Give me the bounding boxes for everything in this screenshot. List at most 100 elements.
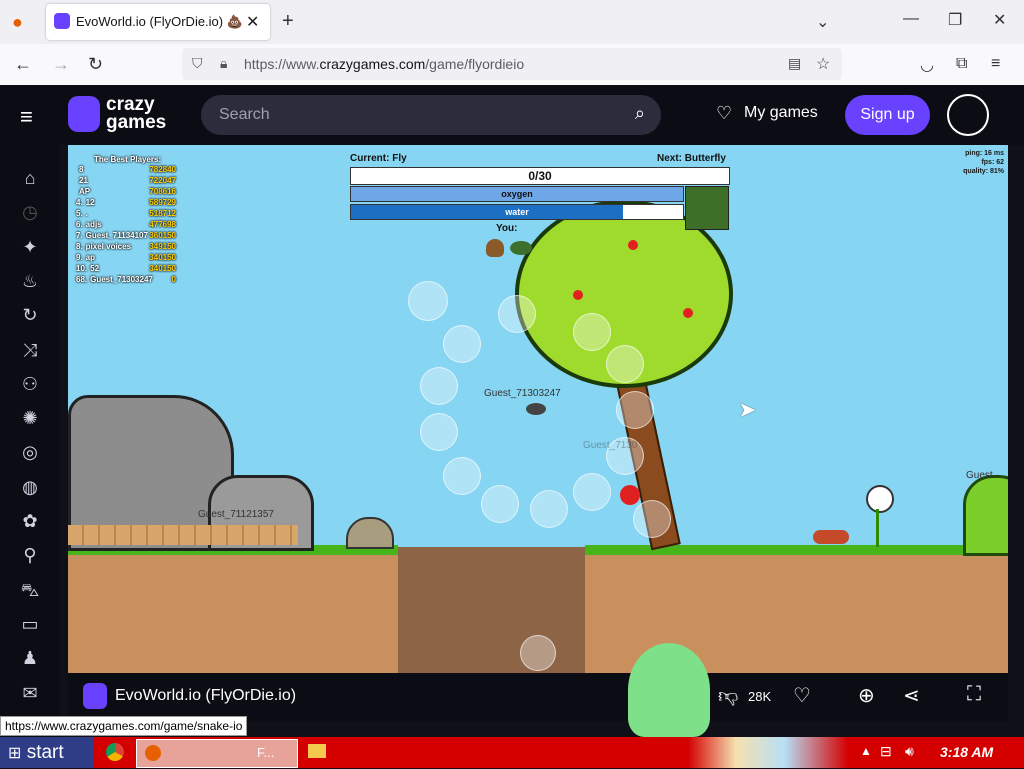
leaderboard-player: Guest_71134107	[85, 231, 148, 240]
daisy-flower-icon	[866, 485, 894, 513]
forward-icon[interactable]: →	[52, 54, 70, 75]
lock-icon[interactable]: 🔒︎	[220, 55, 227, 72]
emote-love-icon[interactable]	[498, 295, 536, 333]
leaderboard-row: 6. adjs 477698	[76, 220, 176, 229]
tab-close-icon[interactable]: ✕	[246, 12, 259, 32]
emote-sad-icon[interactable]	[420, 413, 458, 451]
sparkle-icon[interactable]: ✦	[18, 235, 42, 259]
emote-sleep-icon[interactable]	[616, 391, 654, 429]
start-label: start	[26, 742, 64, 763]
emote-surprised-icon[interactable]	[420, 367, 458, 405]
flower-stem	[876, 509, 879, 547]
firefox-taskbar-icon	[145, 745, 161, 761]
dive-arrow-icon[interactable]	[520, 635, 556, 671]
burst-icon[interactable]: ✺	[18, 406, 42, 430]
url-bar[interactable]: ⛉ 🔒︎ https://www.crazygames.com/game/fly…	[182, 48, 842, 80]
bookmark-star-icon[interactable]: ☆	[816, 54, 830, 74]
emote-snail-icon[interactable]	[633, 500, 671, 538]
crazygames-logo-icon[interactable]	[68, 96, 100, 132]
chat-bubble-icon[interactable]	[408, 281, 448, 321]
shuffle-icon[interactable]: ⤨	[18, 338, 42, 362]
emote-angry-icon[interactable]	[573, 313, 611, 351]
car-icon[interactable]: ⛍	[18, 578, 42, 602]
current-evolution: Current: Fly	[350, 153, 407, 164]
maximize-icon[interactable]: ❐	[948, 10, 962, 30]
window-close-icon[interactable]: ✕	[993, 10, 1006, 30]
favorite-heart-icon[interactable]: ♡	[793, 683, 811, 708]
compass-icon[interactable]: ◎	[18, 440, 42, 464]
clock-icon[interactable]: ◷	[18, 200, 42, 224]
taskbar-background-art	[688, 737, 848, 768]
player-self-name: Guest_71303247	[484, 388, 561, 399]
fullscreen-icon[interactable]: ⛶	[967, 683, 981, 706]
my-games-link[interactable]: My games	[744, 104, 818, 122]
player-right-name: Guest	[966, 470, 993, 481]
new-tab-button[interactable]: +	[282, 10, 294, 33]
tab-title: EvoWorld.io (FlyOrDie.io) 💩	[76, 14, 243, 29]
leaderboard-name: 4.	[76, 198, 83, 207]
network-tray-icon[interactable]: ⊟	[880, 743, 892, 760]
water-bar: water	[350, 204, 684, 220]
minimize-icon[interactable]: —	[903, 10, 919, 28]
chrome-taskbar-icon[interactable]	[106, 743, 124, 761]
browser-tab[interactable]: EvoWorld.io (FlyOrDie.io) 💩 ✕	[46, 4, 270, 40]
start-button[interactable]: ⊞ start	[0, 737, 94, 768]
tab-list-chevron-icon[interactable]: ⌄	[816, 12, 829, 32]
shield-icon[interactable]: ⛉	[192, 55, 203, 72]
basketball-icon[interactable]: ◍	[18, 475, 42, 499]
bike-icon[interactable]: ⚲	[18, 543, 42, 567]
share-icon[interactable]: ⋖	[903, 683, 920, 708]
boulder	[346, 517, 394, 549]
emote-happy-icon[interactable]	[443, 325, 481, 363]
game-canvas[interactable]: The Best Players: 8 782840 21 722047 AP 70861…	[68, 145, 1008, 673]
chess-icon[interactable]: ♟	[18, 646, 42, 670]
leaderboard-row: 9. ap 340150	[76, 253, 176, 262]
dislike-icon[interactable]: 👎︎	[718, 684, 738, 708]
leaderboard-name: 7.	[76, 231, 83, 240]
xp-text: 0/30	[528, 169, 552, 183]
extensions-icon[interactable]: ⧉	[956, 55, 967, 73]
leaderboard-score: 340150	[149, 264, 176, 273]
folder-taskbar-icon[interactable]	[308, 744, 326, 758]
emote-laugh-icon[interactable]	[443, 457, 481, 495]
tray-up-arrow-icon[interactable]: ▲	[860, 744, 872, 758]
emote-cool-icon[interactable]	[573, 473, 611, 511]
pocket-icon[interactable]: ◡	[920, 55, 934, 75]
mail-icon[interactable]: ✉	[18, 681, 42, 705]
volume-tray-icon[interactable]: 🔊︎	[905, 743, 914, 760]
reader-view-icon[interactable]: ▤	[788, 55, 801, 72]
search-placeholder: Search	[219, 106, 270, 123]
hamburger-icon[interactable]: ≡	[20, 104, 33, 130]
back-icon[interactable]: ←	[14, 54, 32, 75]
leaderboard-score: 518712	[149, 209, 176, 218]
menu-icon[interactable]: ≡	[991, 55, 1000, 73]
flame-icon[interactable]: ♨	[18, 269, 42, 293]
leaderboard-row: AP 708616	[76, 187, 176, 196]
home-icon[interactable]: ⌂	[18, 166, 42, 190]
emote-tongue-icon[interactable]	[606, 345, 644, 383]
refresh-icon[interactable]: ↻	[18, 303, 42, 327]
user-avatar-icon[interactable]	[947, 94, 989, 136]
fps-text: fps: 62	[981, 159, 1004, 166]
heart-icon[interactable]: ♡	[716, 103, 732, 124]
emote-cry-icon[interactable]	[481, 485, 519, 523]
firefox-icon[interactable]: ●	[12, 12, 23, 33]
fly-player-icon[interactable]	[526, 403, 546, 415]
search-icon[interactable]: ⌕	[635, 103, 645, 124]
multiplayer-icon[interactable]: ⚇	[18, 372, 42, 396]
reload-icon[interactable]: ↻	[88, 54, 103, 75]
card-icon[interactable]: ▭	[18, 612, 42, 636]
network-stats: ping: 16 ms fps: 62 quality: 81%	[963, 149, 1004, 176]
report-icon[interactable]: ⊕	[858, 683, 875, 708]
firefox-taskbar-button[interactable]: F...	[136, 739, 298, 768]
leaderboard-name: 9.	[76, 253, 83, 262]
sign-up-button[interactable]: Sign up	[845, 95, 930, 135]
player-left-name: Guest_71121357	[198, 509, 274, 520]
broken-heart-icon[interactable]	[530, 490, 568, 528]
search-input[interactable]: Search ⌕	[201, 95, 661, 135]
url-text[interactable]: https://www.crazygames.com/game/flyordie…	[244, 56, 524, 72]
site-logo[interactable]: crazy games	[106, 95, 167, 133]
flower-icon[interactable]: ✿	[18, 509, 42, 533]
logo-bottom: games	[106, 112, 167, 133]
leaderboard-name: 6.	[76, 220, 83, 229]
